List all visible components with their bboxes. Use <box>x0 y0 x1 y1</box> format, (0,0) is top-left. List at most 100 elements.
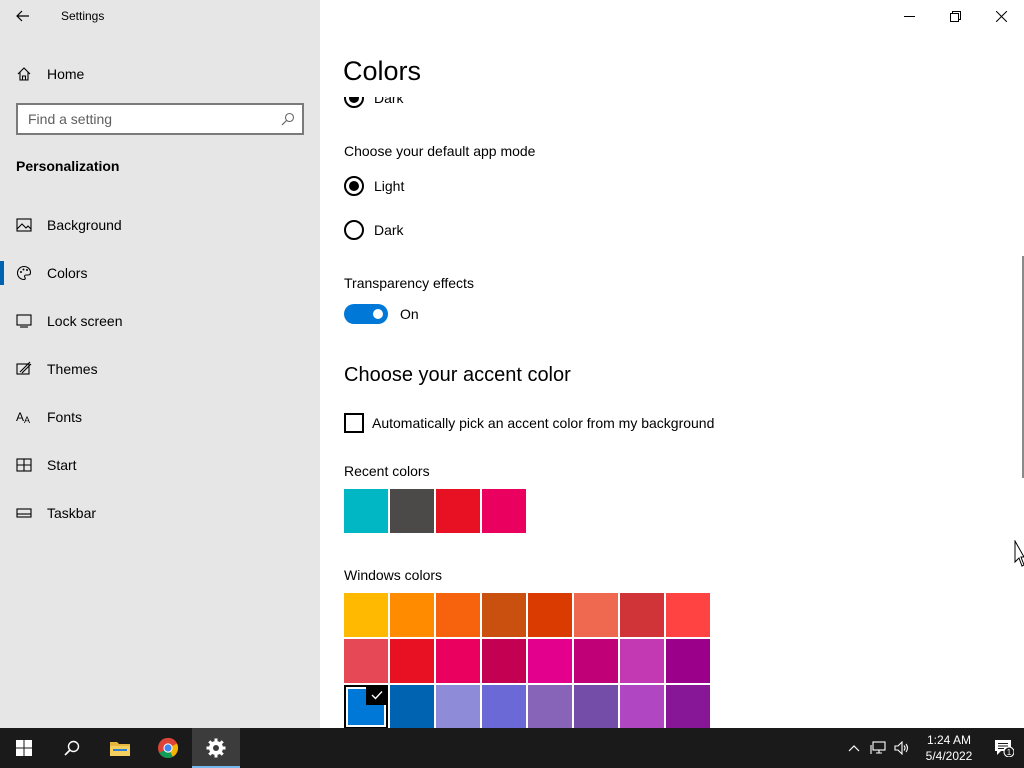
windows-color-swatch[interactable] <box>666 685 710 728</box>
windows-color-swatch[interactable] <box>666 593 710 637</box>
speaker-icon <box>894 741 909 755</box>
action-center-button[interactable]: 1 <box>984 728 1024 768</box>
nav-list: Background Colors Lock screen Themes AA … <box>0 201 320 537</box>
windows-color-swatch[interactable] <box>574 593 618 637</box>
sidebar-item-label: Background <box>47 217 122 233</box>
sidebar-item-label: Fonts <box>47 409 83 425</box>
chrome-icon <box>158 737 179 759</box>
taskbar-settings[interactable] <box>192 728 240 768</box>
minimize-button[interactable] <box>886 0 932 32</box>
windows-color-swatch[interactable] <box>482 685 526 728</box>
windows-mode-dark-radio[interactable]: Dark <box>344 97 1004 108</box>
taskbar-chrome[interactable] <box>144 728 192 768</box>
close-button[interactable] <box>978 0 1024 32</box>
windows-color-swatch[interactable] <box>620 593 664 637</box>
volume-button[interactable] <box>890 728 914 768</box>
recent-color-swatch[interactable] <box>390 489 434 533</box>
color-swatch-row <box>344 593 1004 637</box>
recent-color-swatch[interactable] <box>436 489 480 533</box>
network-icon <box>870 741 886 754</box>
sidebar-item-lock-screen[interactable]: Lock screen <box>0 297 320 345</box>
clock[interactable]: 1:24 AM 5/4/2022 <box>914 732 984 764</box>
close-icon <box>995 10 1007 22</box>
system-tray: 1:24 AM 5/4/2022 1 <box>842 728 1024 768</box>
checkbox-label: Automatically pick an accent color from … <box>372 415 715 431</box>
windows-color-swatch[interactable] <box>436 685 480 728</box>
windows-color-swatch[interactable] <box>620 639 664 683</box>
search-icon <box>64 740 80 756</box>
search-input[interactable] <box>18 111 274 127</box>
window-controls <box>886 0 1024 32</box>
windows-color-swatch[interactable] <box>528 593 572 637</box>
sidebar-item-colors[interactable]: Colors <box>0 249 320 297</box>
home-icon <box>0 66 47 82</box>
windows-logo-icon <box>16 740 32 756</box>
windows-color-swatch[interactable] <box>436 593 480 637</box>
recent-color-swatch[interactable] <box>344 489 388 533</box>
windows-color-swatch[interactable] <box>528 639 572 683</box>
back-arrow-icon <box>16 10 29 22</box>
app-mode-light-radio[interactable]: Light <box>344 176 1004 196</box>
windows-color-swatch[interactable] <box>436 639 480 683</box>
windows-color-swatch[interactable] <box>620 685 664 728</box>
accent-color-heading: Choose your accent color <box>344 364 571 386</box>
windows-color-swatch[interactable] <box>344 639 388 683</box>
taskbar-icon <box>0 508 47 518</box>
windows-color-swatch[interactable] <box>666 639 710 683</box>
windows-color-swatch[interactable] <box>344 593 388 637</box>
recent-color-swatch[interactable] <box>482 489 526 533</box>
palette-icon <box>0 265 47 281</box>
windows-color-swatch[interactable] <box>344 685 388 728</box>
radio-label: Light <box>374 178 405 194</box>
restore-button[interactable] <box>932 0 978 32</box>
auto-accent-checkbox[interactable] <box>344 413 364 433</box>
sidebar-item-label: Taskbar <box>47 505 97 521</box>
svg-text:A: A <box>16 410 24 424</box>
title-bar: Settings <box>0 0 320 32</box>
checkmark-icon <box>366 685 388 705</box>
fonts-icon: AA <box>0 410 47 424</box>
app-mode-dark-radio[interactable]: Dark <box>344 220 1004 240</box>
svg-text:A: A <box>24 415 30 424</box>
lock-screen-icon <box>0 314 47 328</box>
transparency-heading: Transparency effects <box>344 275 474 291</box>
sidebar-item-label: Start <box>47 457 77 473</box>
windows-color-swatch[interactable] <box>390 593 434 637</box>
radio-button[interactable] <box>344 176 364 196</box>
sidebar-item-label: Colors <box>47 265 88 281</box>
search-box[interactable] <box>16 103 304 135</box>
radio-button[interactable] <box>344 97 364 108</box>
windows-color-swatch[interactable] <box>390 639 434 683</box>
windows-colors-grid <box>344 593 1004 728</box>
main-panel: Colors Dark Choose your default app mode… <box>320 0 1024 728</box>
windows-color-swatch[interactable] <box>482 593 526 637</box>
color-swatch-row <box>344 685 1004 728</box>
radio-button[interactable] <box>344 220 364 240</box>
windows-color-swatch[interactable] <box>390 685 434 728</box>
windows-color-swatch[interactable] <box>528 685 572 728</box>
sidebar-item-start[interactable]: Start <box>0 441 320 489</box>
app-title: Settings <box>61 9 105 23</box>
start-icon <box>0 458 47 472</box>
taskbar-search-button[interactable] <box>48 728 96 768</box>
sidebar-item-home[interactable]: Home <box>0 56 320 92</box>
sidebar-item-taskbar[interactable]: Taskbar <box>0 489 320 537</box>
toggle-state-label: On <box>400 306 419 322</box>
show-hidden-icons-button[interactable] <box>842 728 866 768</box>
back-button[interactable] <box>0 0 46 32</box>
sidebar-item-background[interactable]: Background <box>0 201 320 249</box>
sidebar-item-fonts[interactable]: AA Fonts <box>0 393 320 441</box>
windows-color-swatch[interactable] <box>574 639 618 683</box>
windows-color-swatch[interactable] <box>482 639 526 683</box>
transparency-toggle[interactable] <box>344 304 388 324</box>
auto-accent-row[interactable]: Automatically pick an accent color from … <box>344 413 1004 433</box>
windows-colors-heading: Windows colors <box>344 567 443 583</box>
minimize-icon <box>903 15 915 17</box>
search-icon[interactable] <box>274 112 302 126</box>
start-button[interactable] <box>0 728 48 768</box>
taskbar-file-explorer[interactable] <box>96 728 144 768</box>
sidebar-item-themes[interactable]: Themes <box>0 345 320 393</box>
windows-color-swatch[interactable] <box>574 685 618 728</box>
notification-count: 1 <box>1007 748 1012 757</box>
network-button[interactable] <box>866 728 890 768</box>
